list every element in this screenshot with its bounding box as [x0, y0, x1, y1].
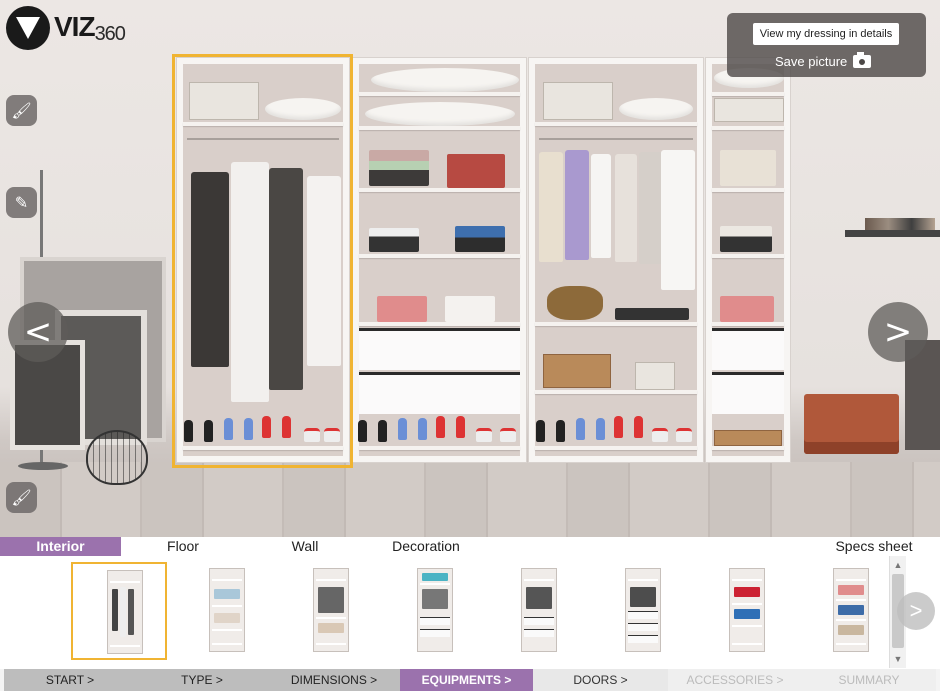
tab-wall[interactable]: Wall — [270, 537, 340, 556]
logo-number: 360 — [94, 22, 126, 45]
shelf-books — [865, 218, 935, 230]
thumbnails-next-button[interactable]: > — [897, 592, 935, 630]
step-type[interactable]: TYPE > — [136, 669, 268, 691]
tab-floor[interactable]: Floor — [145, 537, 221, 556]
interior-option-thumbnail[interactable] — [695, 562, 791, 660]
tab-specs-sheet[interactable]: Specs sheet — [828, 537, 920, 556]
wardrobe-3d-view[interactable]: VIZ360 View my dressing in details Save … — [0, 0, 940, 537]
viz360-logo: VIZ360 — [6, 6, 126, 50]
storage-box — [189, 82, 259, 120]
save-picture-label: Save picture — [775, 54, 848, 69]
garment — [191, 172, 229, 367]
tab-interior[interactable]: Interior — [0, 537, 121, 556]
view-options-panel: View my dressing in details Save picture — [727, 13, 926, 77]
pillow — [265, 98, 341, 120]
edit-tool-button[interactable]: ✎ — [6, 187, 37, 218]
interior-option-thumbnail[interactable] — [383, 562, 479, 660]
step-start[interactable]: START > — [4, 669, 136, 691]
interior-option-thumbnail[interactable] — [175, 562, 271, 660]
paint-roller-icon: 🖌 — [11, 102, 32, 120]
garment — [307, 176, 341, 366]
scroll-down-icon[interactable]: ▼ — [890, 652, 906, 666]
interior-option-thumbnail[interactable] — [71, 562, 167, 660]
next-view-button[interactable]: > — [868, 302, 928, 362]
interior-option-thumbnail[interactable] — [591, 562, 687, 660]
logo-mark-icon — [6, 6, 50, 50]
paint-roller-icon: 🖌 — [11, 489, 32, 507]
pencil-icon: ✎ — [14, 194, 29, 212]
interior-option-thumbnail[interactable] — [799, 562, 895, 660]
paint-roller-tool-button-bottom[interactable]: 🖌 — [6, 482, 37, 513]
ottoman — [804, 394, 899, 454]
interior-options-strip: ▲ ▼ > — [0, 556, 940, 668]
garment — [231, 162, 269, 402]
step-accessories: ACCESSORIES > — [668, 669, 802, 691]
garment — [269, 168, 303, 390]
lamp-base — [18, 462, 68, 470]
interior-option-thumbnail[interactable] — [487, 562, 583, 660]
view-details-button[interactable]: View my dressing in details — [753, 23, 899, 45]
wall-shelf — [845, 230, 940, 237]
chevron-right-icon: > — [883, 312, 913, 352]
wardrobe-column-4[interactable] — [705, 57, 791, 463]
category-tabs: Interior Floor Wall Decoration Specs she… — [0, 537, 940, 556]
previous-view-button[interactable]: < — [8, 302, 68, 362]
chevron-left-icon: < — [23, 312, 53, 352]
wardrobe-column-1[interactable] — [176, 57, 350, 463]
scroll-up-icon[interactable]: ▲ — [890, 558, 906, 572]
chevron-right-icon: > — [909, 598, 923, 623]
configuration-steps: START > TYPE > DIMENSIONS > EQUIPMENTS >… — [0, 669, 940, 691]
save-picture-button[interactable]: Save picture — [775, 52, 872, 69]
wardrobe-column-3[interactable] — [528, 57, 704, 463]
interior-option-thumbnail[interactable] — [279, 562, 375, 660]
wire-vase — [86, 430, 148, 485]
logo-text: VIZ — [54, 10, 96, 42]
step-summary: SUMMARY — [802, 669, 936, 691]
camera-icon — [853, 52, 872, 68]
tab-decoration[interactable]: Decoration — [378, 537, 474, 556]
step-doors[interactable]: DOORS > — [533, 669, 668, 691]
step-equipments[interactable]: EQUIPMENTS > — [400, 669, 533, 691]
wardrobe-column-2[interactable] — [352, 57, 527, 463]
step-dimensions[interactable]: DIMENSIONS > — [268, 669, 400, 691]
paint-roller-tool-button[interactable]: 🖌 — [6, 95, 37, 126]
